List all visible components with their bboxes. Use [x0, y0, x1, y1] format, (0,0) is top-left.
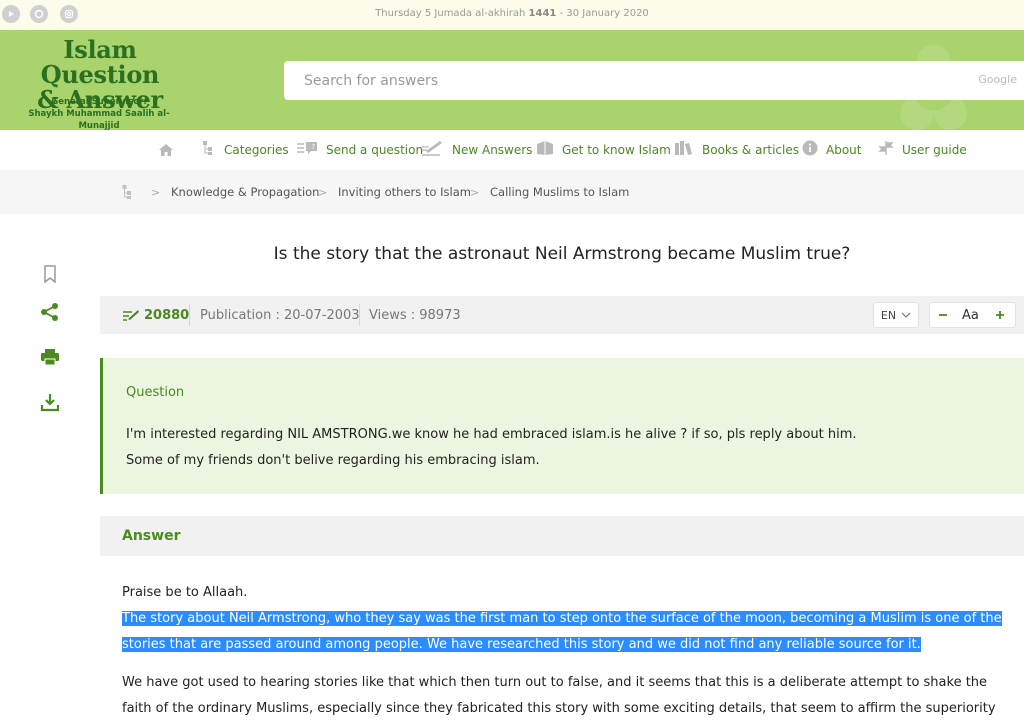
main-nav: Categories ? Send a question New Answers…: [0, 130, 1024, 170]
nav-categories[interactable]: Categories: [202, 130, 289, 170]
breadcrumb: > Knowledge & Propagation > Inviting oth…: [0, 170, 1024, 214]
plus-icon: [996, 311, 1004, 319]
nav-label: About: [826, 143, 862, 157]
font-size-control: Aa: [929, 302, 1016, 328]
nav-user-guide[interactable]: User guide: [878, 130, 967, 170]
print-icon[interactable]: [38, 345, 62, 369]
breadcrumb-calling[interactable]: Calling Muslims to Islam: [490, 170, 629, 214]
breadcrumb-separator: >: [470, 185, 480, 199]
answer-body: Praise be to Allaah. The story about Nei…: [122, 580, 1002, 720]
question-title: Is the story that the astronaut Neil Arm…: [273, 244, 851, 264]
publication-date: Publication : 20-07-2003: [200, 307, 360, 323]
nav-send-question[interactable]: ? Send a question: [296, 130, 423, 170]
books-icon: [674, 140, 694, 160]
hijri-date: Thursday 5 Jumada al-akhirah: [375, 8, 526, 19]
selected-text: The story about Neil Armstrong, who they…: [122, 611, 1002, 652]
home-icon[interactable]: [158, 130, 174, 170]
breadcrumb-root-icon[interactable]: [122, 170, 134, 214]
breadcrumb-separator: >: [151, 185, 161, 199]
question-meta-bar: 20880 Publication : 20-07-2003 Views : 9…: [100, 296, 1024, 334]
question-box: Question I'm interested regarding NIL AM…: [100, 358, 1024, 494]
logo-line-1: Islam Question: [40, 35, 160, 89]
nav-label: Categories: [224, 143, 289, 157]
bookmark-icon[interactable]: [38, 262, 62, 286]
answer-header: Answer: [100, 516, 1024, 556]
nav-books-articles[interactable]: Books & articles: [674, 130, 799, 170]
site-header: ✿ Islam Question & Answer General Superv…: [0, 30, 1024, 130]
svg-text:?: ?: [312, 143, 316, 151]
top-bar: Thursday 5 Jumada al-akhirah 1441 - 30 J…: [0, 0, 1024, 30]
nav-label: User guide: [902, 143, 967, 157]
answer-paragraph: We have got used to hearing stories like…: [122, 675, 996, 716]
supervisor-label: General Supervisor:: [51, 97, 147, 107]
google-brand: Google: [978, 73, 1017, 86]
search-box: Google: [284, 61, 1024, 100]
supervisor-name: Shaykh Muhammad Saalih al-Munajjid: [28, 109, 170, 130]
language-value: EN: [880, 308, 897, 322]
new-answers-icon: [420, 139, 444, 161]
meta-divider: [189, 304, 190, 326]
nav-label: Get to know Islam: [562, 143, 671, 157]
categories-icon: [202, 140, 216, 160]
minus-icon: [939, 314, 947, 316]
question-number: 20880: [122, 296, 189, 334]
decrease-font-button[interactable]: [938, 303, 948, 327]
breadcrumb-inviting[interactable]: Inviting others to Islam: [338, 170, 471, 214]
gregorian-date: - 30 January 2020: [559, 8, 649, 19]
question-number-icon: [123, 310, 139, 321]
increase-font-button[interactable]: [995, 303, 1005, 327]
view-count: Views : 98973: [369, 307, 461, 323]
question-number-value: 20880: [144, 307, 190, 323]
language-select[interactable]: EN: [873, 302, 919, 328]
breadcrumb-separator: >: [318, 185, 328, 199]
breadcrumb-knowledge[interactable]: Knowledge & Propagation: [171, 170, 319, 214]
question-line: I'm interested regarding NIL AMSTRONG.we…: [126, 427, 857, 442]
answer-praise: Praise be to Allaah.: [122, 585, 248, 600]
info-icon: [802, 140, 818, 160]
answer-label: Answer: [122, 528, 181, 544]
nav-know-islam[interactable]: Get to know Islam: [536, 130, 671, 170]
nav-label: New Answers: [452, 143, 533, 157]
supervisor-info: General Supervisor: Shaykh Muhammad Saal…: [10, 96, 188, 130]
hijri-year: 1441: [528, 8, 557, 19]
search-input[interactable]: [284, 61, 884, 100]
question-line: Some of my friends don't belive regardin…: [126, 453, 540, 468]
meta-divider: [359, 304, 360, 326]
share-icon[interactable]: [38, 300, 62, 324]
answer-paragraph-selected: The story about Neil Armstrong, who they…: [122, 606, 1002, 658]
know-islam-icon: [536, 140, 554, 160]
nav-about[interactable]: About: [802, 130, 861, 170]
nav-new-answers[interactable]: New Answers: [420, 130, 532, 170]
date-line: Thursday 5 Jumada al-akhirah 1441 - 30 J…: [0, 8, 1024, 19]
download-icon[interactable]: [38, 390, 62, 414]
font-size-label: Aa: [962, 307, 979, 323]
chevron-down-icon: [901, 312, 911, 318]
send-question-icon: ?: [296, 141, 318, 159]
nav-label: Send a question: [326, 143, 424, 157]
nav-label: Books & articles: [702, 143, 799, 157]
question-text: I'm interested regarding NIL AMSTRONG.we…: [126, 422, 1006, 474]
question-label: Question: [126, 385, 185, 400]
user-guide-icon: [878, 140, 894, 160]
